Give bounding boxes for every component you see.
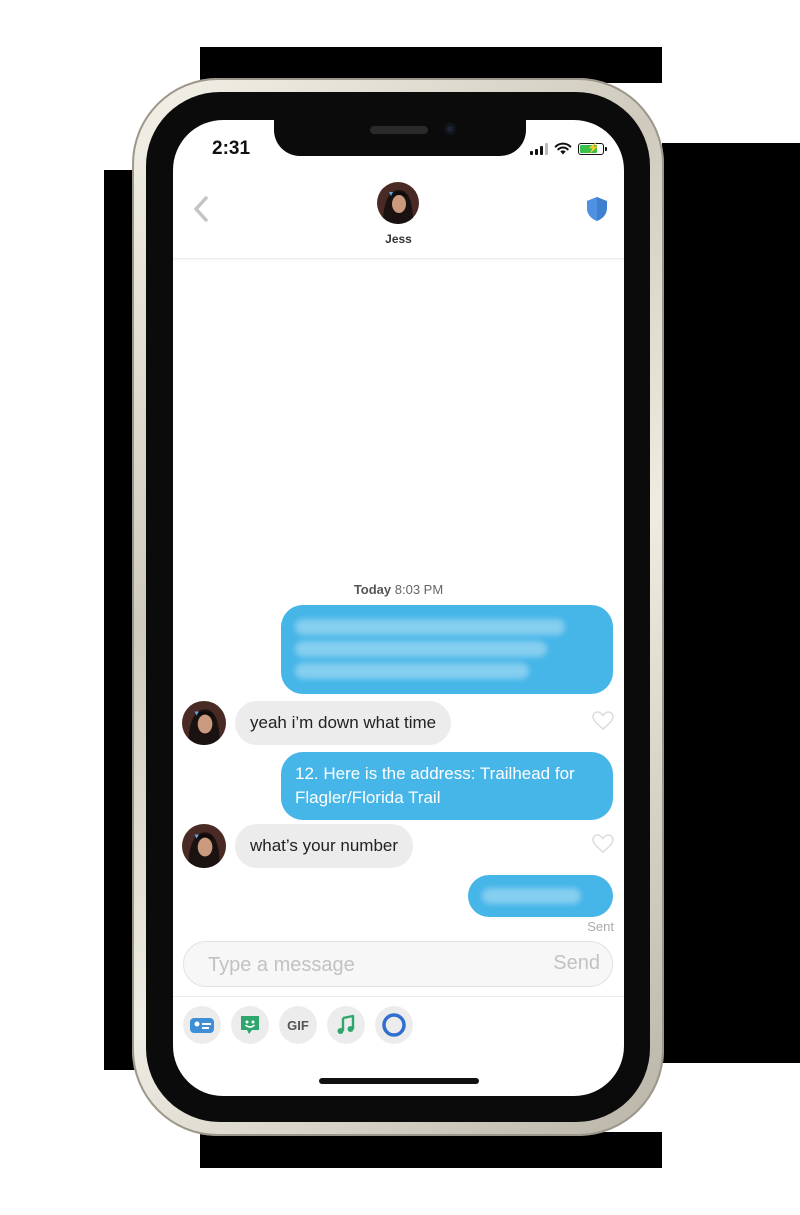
message-timestamp: Today 8:03 PM (173, 582, 624, 597)
contact-name[interactable]: Jess (173, 232, 624, 246)
delivery-status: Sent (587, 919, 614, 934)
received-message-bubble[interactable]: yeah i’m down what time (235, 701, 452, 745)
sticker-icon (241, 1016, 259, 1034)
heart-icon[interactable] (592, 711, 614, 731)
wifi-icon (554, 142, 572, 155)
contact-avatar[interactable] (377, 182, 419, 224)
home-indicator (319, 1078, 479, 1084)
received-message-bubble[interactable]: what’s your number (235, 824, 414, 868)
battery-icon: ⚡ (578, 142, 607, 155)
chat-header: Jess (173, 178, 624, 259)
music-icon (337, 1014, 355, 1034)
message-text: yeah i’m down what time (250, 713, 437, 732)
backdrop-bottom (200, 1132, 662, 1168)
circle-icon (382, 1013, 406, 1037)
backdrop-right (662, 143, 800, 1063)
toolbar-divider (173, 996, 624, 997)
signal-icon (530, 142, 548, 155)
gif-icon: GIF (287, 1017, 309, 1033)
gif-button[interactable]: GIF (279, 1006, 317, 1044)
timestamp-day: Today (353, 582, 392, 597)
contact-avatar-small[interactable] (182, 824, 226, 868)
contact-card-icon (190, 1018, 214, 1033)
sent-message-bubble[interactable]: 12. Here is the address: Trailhead for F… (281, 752, 613, 820)
redacted-text (482, 888, 595, 910)
speaker-grille (370, 126, 428, 134)
heart-icon[interactable] (592, 834, 614, 854)
sent-message-bubble[interactable] (468, 875, 613, 917)
status-icons: ⚡ (530, 142, 607, 155)
phone-screen: 2:31 ⚡ Jess Today 8:03 PM yeah i’m down … (173, 120, 624, 1096)
notch (274, 120, 526, 156)
front-camera (444, 123, 456, 135)
message-composer: Send (183, 941, 613, 988)
back-chevron-icon[interactable] (187, 192, 217, 226)
contact-avatar-small[interactable] (182, 701, 226, 745)
message-input[interactable] (206, 942, 530, 988)
music-button[interactable] (327, 1006, 365, 1044)
status-time: 2:31 (212, 138, 251, 159)
sticker-button[interactable] (231, 1006, 269, 1044)
timestamp-time: 8:03 PM (394, 582, 444, 597)
contact-card-button[interactable] (183, 1006, 221, 1044)
message-text: what’s your number (250, 836, 399, 855)
circle-button[interactable] (375, 1006, 413, 1044)
redacted-text (295, 619, 595, 685)
sent-message-bubble[interactable] (281, 605, 613, 694)
shield-icon[interactable] (584, 194, 610, 224)
message-text: 12. Here is the address: Trailhead for F… (295, 764, 575, 807)
send-button[interactable]: Send (553, 952, 600, 975)
